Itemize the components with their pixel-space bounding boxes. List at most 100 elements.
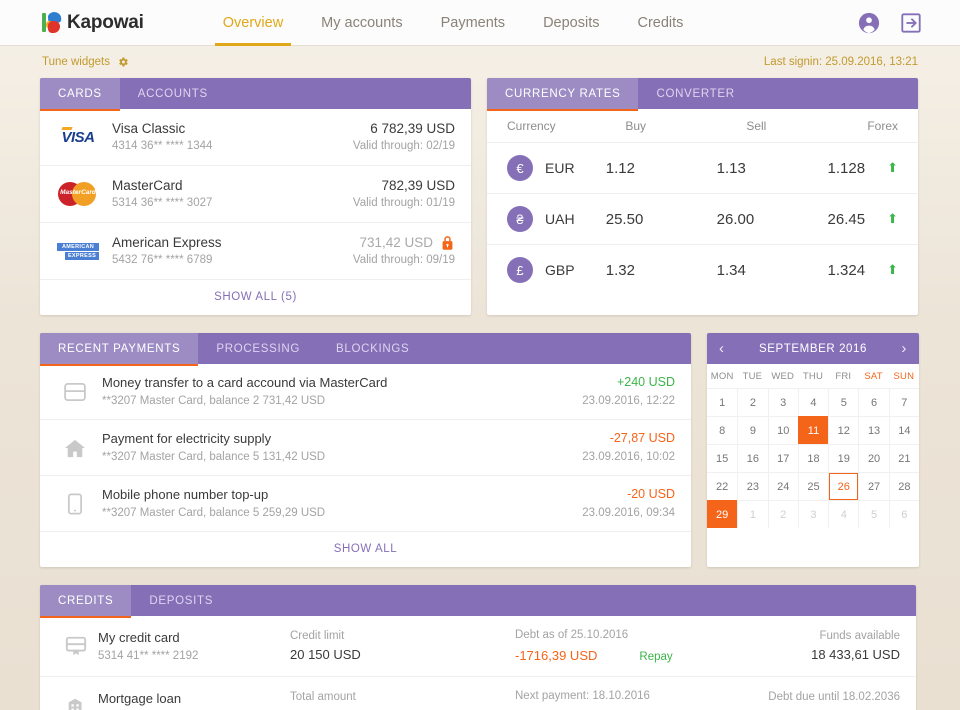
chevron-left-icon[interactable]: ‹: [719, 341, 725, 356]
calendar-day[interactable]: 14: [888, 416, 919, 444]
currency-code: GBP: [545, 262, 575, 278]
calendar-day[interactable]: 2: [767, 500, 798, 528]
calendar-day[interactable]: 13: [858, 416, 889, 444]
trend-up-icon: ⬆: [887, 262, 898, 277]
calendar-day[interactable]: 27: [858, 472, 889, 500]
calendar-day[interactable]: 1: [707, 388, 738, 416]
tab-accounts[interactable]: ACCOUNTS: [120, 78, 226, 109]
calendar-day[interactable]: 17: [767, 444, 798, 472]
payment-subtitle: **3207 Master Card, balance 5 259,29 USD: [102, 507, 326, 519]
currency-forex: 1.324 ⬆: [827, 261, 898, 279]
tab-converter[interactable]: CONVERTER: [638, 78, 752, 109]
calendar-day[interactable]: 5: [828, 388, 859, 416]
nav-item-deposits[interactable]: Deposits: [543, 0, 599, 46]
tab-processing[interactable]: PROCESSING: [198, 333, 318, 364]
calendar-day[interactable]: 12: [828, 416, 859, 444]
card-row[interactable]: MasterCard MasterCard 5314 36** **** 302…: [40, 166, 471, 223]
tab-credits[interactable]: CREDITS: [40, 585, 132, 618]
dow-tue: TUE: [742, 371, 763, 382]
calendar-day[interactable]: 18: [797, 444, 829, 472]
cards-widget-tabs: CARDS ACCOUNTS: [40, 78, 471, 111]
credit-name: My credit card: [98, 629, 180, 645]
credit-row[interactable]: Mortgage loan Interest rate: 23,15% Tota…: [40, 677, 916, 710]
tab-cards[interactable]: CARDS: [40, 78, 120, 111]
calendar-day[interactable]: 9: [737, 416, 768, 444]
calendar-day[interactable]: 24: [767, 472, 798, 500]
calendar-day[interactable]: 25: [797, 472, 829, 500]
calendar-day[interactable]: 7: [888, 388, 919, 416]
widgets-row-top: CARDS ACCOUNTS VISA Visa Classic 4314 36…: [40, 78, 920, 315]
account-circle-icon[interactable]: [858, 12, 880, 34]
payment-date: 23.09.2016, 12:22: [582, 395, 675, 407]
payment-subtitle: **3207 Master Card, balance 5 131,42 USD: [102, 451, 326, 463]
calendar-day[interactable]: 19: [828, 444, 859, 472]
tab-deposits[interactable]: DEPOSITS: [131, 585, 231, 616]
calendar-day[interactable]: 21: [888, 444, 919, 472]
calendar-day[interactable]: 22: [707, 472, 738, 500]
nav-item-payments[interactable]: Payments: [441, 0, 505, 46]
credit-row[interactable]: My credit card 5314 41** **** 2192 Credi…: [40, 616, 916, 677]
calendar-day[interactable]: 1: [737, 500, 768, 528]
calendar-day[interactable]: 16: [737, 444, 768, 472]
tab-recent-payments[interactable]: RECENT PAYMENTS: [40, 333, 199, 366]
nav-item-my-accounts[interactable]: My accounts: [321, 0, 402, 46]
currency-symbol-badge: £: [507, 257, 533, 283]
currency-code: UAH: [545, 211, 575, 227]
repay-link[interactable]: Repay: [639, 651, 672, 663]
calendar-day[interactable]: 6: [858, 388, 889, 416]
calendar-day[interactable]: 23: [737, 472, 768, 500]
credit-col4-value: 18 433,61 USD: [811, 647, 900, 662]
currency-row[interactable]: € EUR 1.12 1.13 1.128 ⬆: [487, 143, 918, 194]
tab-currency-rates[interactable]: CURRENCY RATES: [487, 78, 639, 111]
calendar-day[interactable]: 5: [858, 500, 889, 528]
dow-sat: SAT: [864, 371, 883, 382]
visa-logo-icon: VISA: [61, 128, 95, 146]
calendar-header: ‹ SEPTEMBER 2016 ›: [707, 333, 919, 364]
credit-card-icon: [54, 382, 96, 401]
currency-row[interactable]: ₴ UAH 25.50 26.00 26.45 ⬆: [487, 194, 918, 245]
calendar-day[interactable]: 10: [767, 416, 798, 444]
chevron-right-icon[interactable]: ›: [901, 341, 907, 356]
calendar-day[interactable]: 20: [858, 444, 889, 472]
card-row[interactable]: VISA Visa Classic 4314 36** **** 1344 6 …: [40, 109, 471, 166]
cards-show-all-link[interactable]: SHOW ALL (5): [40, 280, 471, 315]
card-row[interactable]: AMERICAN EXPRESS American Express 5432 76…: [40, 223, 471, 280]
dow-fri: FRI: [835, 371, 852, 382]
calendar-day[interactable]: 6: [888, 500, 919, 528]
calendar-day[interactable]: 28: [888, 472, 919, 500]
logout-icon[interactable]: [900, 12, 922, 34]
payment-row[interactable]: Money transfer to a card accound via Mas…: [40, 364, 691, 420]
calendar-day[interactable]: 4: [797, 388, 829, 416]
payment-title: Mobile phone number top-up: [102, 487, 269, 502]
currency-buy: 1.32: [605, 261, 635, 279]
payment-amount: -27,87 USD: [609, 431, 675, 445]
nav-item-credits[interactable]: Credits: [637, 0, 683, 46]
calendar-day[interactable]: 3: [797, 500, 829, 528]
gear-icon[interactable]: [117, 56, 129, 68]
calendar-day[interactable]: 11: [797, 416, 829, 444]
trend-up-icon: ⬆: [887, 160, 898, 175]
nav-item-overview[interactable]: Overview: [214, 0, 292, 46]
payment-row[interactable]: Mobile phone number top-up **3207 Master…: [40, 476, 691, 532]
currency-row[interactable]: £ GBP 1.32 1.34 1.324 ⬆: [487, 245, 918, 295]
tab-blockings[interactable]: BLOCKINGS: [318, 333, 427, 364]
calendar-title: SEPTEMBER 2016: [758, 342, 868, 355]
payment-title: Money transfer to a card accound via Mas…: [102, 375, 388, 390]
calendar-day[interactable]: 29: [707, 500, 738, 528]
payments-show-all-link[interactable]: SHOW ALL: [40, 532, 691, 567]
column-header-sell: Sell: [746, 119, 767, 133]
dow-thu: THU: [802, 371, 824, 382]
currency-symbol-badge: €: [507, 155, 533, 181]
tune-widgets-button[interactable]: Tune widgets: [42, 56, 129, 68]
calendar-day[interactable]: 4: [828, 500, 859, 528]
currency-forex: 1.128 ⬆: [827, 159, 898, 177]
calendar-day[interactable]: 8: [707, 416, 738, 444]
calendar-day[interactable]: 2: [737, 388, 768, 416]
calendar-day[interactable]: 15: [707, 444, 738, 472]
calendar-day[interactable]: 26: [828, 472, 859, 500]
card-valid-through: Valid through: 02/19: [352, 140, 455, 152]
payment-row[interactable]: Payment for electricity supply **3207 Ma…: [40, 420, 691, 476]
brand-logo[interactable]: Kapowai: [42, 11, 144, 34]
payments-widget-tabs: RECENT PAYMENTS PROCESSING BLOCKINGS: [40, 333, 691, 366]
calendar-day[interactable]: 3: [767, 388, 798, 416]
